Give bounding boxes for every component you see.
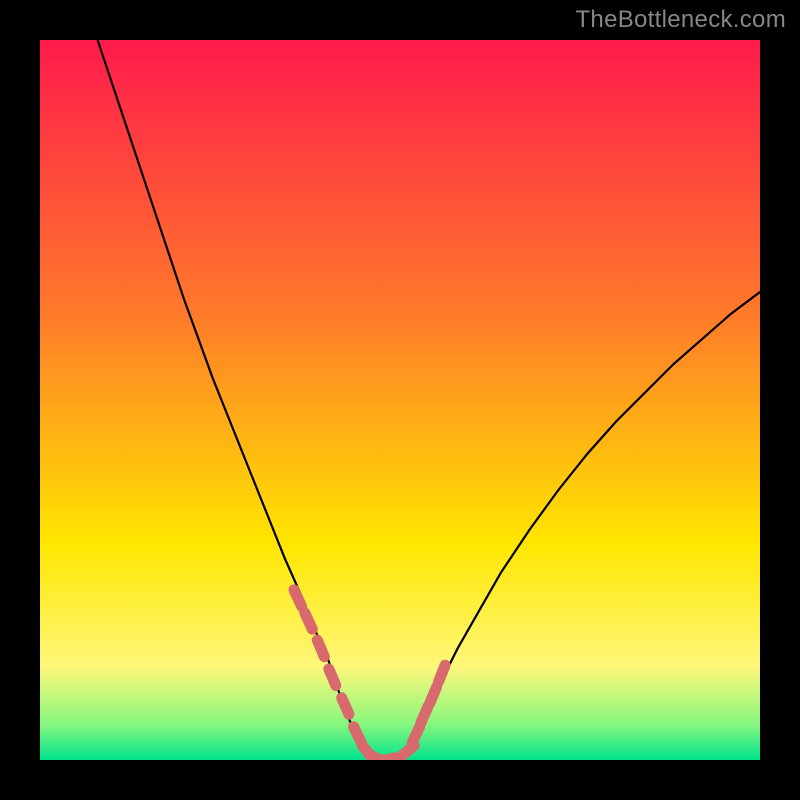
curve-marker bbox=[421, 706, 428, 723]
curve-marker bbox=[430, 687, 437, 704]
curve-marker bbox=[329, 669, 336, 686]
curve-marker bbox=[438, 665, 445, 682]
curve-marker bbox=[342, 698, 349, 715]
curve-marker bbox=[305, 613, 312, 629]
chart-frame: TheBottleneck.com bbox=[0, 0, 800, 800]
curve-marker bbox=[354, 727, 362, 743]
bottleneck-chart bbox=[40, 40, 760, 760]
watermark-text: TheBottleneck.com bbox=[575, 6, 786, 34]
curve-marker bbox=[412, 727, 420, 743]
gradient-background bbox=[40, 40, 760, 760]
curve-marker bbox=[377, 758, 394, 760]
curve-marker bbox=[294, 590, 302, 606]
curve-marker bbox=[317, 640, 324, 657]
